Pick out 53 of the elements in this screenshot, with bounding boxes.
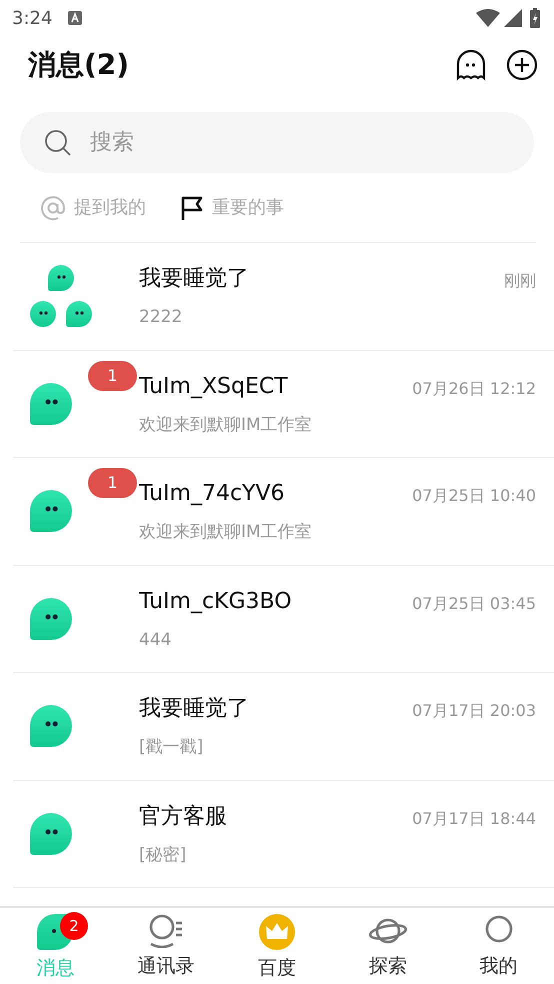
signal-icon [504, 9, 522, 27]
tab-bar-item[interactable]: 通讯录 [110, 908, 222, 984]
crown-icon [258, 914, 295, 950]
conversation-name: TuIm_XSqECT [139, 372, 289, 400]
unread-badge: 1 [88, 468, 137, 498]
tab-bar-item[interactable]: 探索 [332, 908, 444, 984]
conversation-name: 官方客服 [139, 802, 228, 830]
tab-bar-item[interactable]: 2 消息 [0, 908, 111, 984]
unread-badge: 1 [88, 360, 137, 390]
conversation-name: 我要睡觉了 [139, 265, 250, 293]
conversation-name: TuIm_cKG3BO [139, 588, 293, 616]
search-bar[interactable]: 搜索 [20, 112, 534, 173]
message-time: 刚刚 [504, 270, 536, 292]
conversation-item[interactable]: 我要睡觉了 2222 刚刚 [13, 243, 554, 350]
conversation-item[interactable]: 官方客服 [秘密] 07月17日 18:44 [13, 780, 554, 888]
battery-icon [530, 8, 540, 28]
avatar-icon [30, 812, 72, 855]
ghost-icon[interactable] [455, 49, 487, 81]
wifi-icon [476, 9, 500, 27]
message-time: 07月25日 10:40 [412, 485, 536, 507]
tab-bar-item[interactable]: 我的 [443, 908, 554, 984]
message-preview: 欢迎来到默聊IM工作室 [139, 521, 313, 544]
conversation-name: TuIm_74cYV6 [139, 480, 286, 508]
message-preview: 欢迎来到默聊IM工作室 [139, 414, 313, 436]
message-time: 07月17日 18:44 [412, 808, 536, 830]
avatar-icon [30, 598, 72, 640]
group-avatar-icon [30, 265, 92, 328]
message-preview: [秘密] [139, 844, 188, 866]
search-field[interactable]: 搜索 [88, 125, 510, 160]
avatar-icon [30, 490, 72, 532]
message-time: 07月17日 20:03 [412, 700, 536, 722]
conversation-item[interactable]: 1 TuIm_XSqECT 欢迎来到默聊IM工作室 07月26日 12:12 [13, 350, 554, 458]
conversation-item[interactable]: 我要睡觉了 [戳一戳] 07月17日 20:03 [13, 673, 554, 780]
add-icon[interactable] [506, 49, 538, 81]
avatar-icon [30, 382, 72, 425]
conversation-name: 我要睡觉了 [139, 695, 250, 723]
status-time: 3:24 [12, 6, 52, 30]
search-icon [44, 128, 72, 156]
tab-bar-item[interactable]: 百度 [222, 908, 332, 984]
message-preview: 2222 [139, 306, 184, 329]
flag-icon [180, 194, 204, 220]
message-time: 07月25日 03:45 [412, 592, 536, 614]
page-title: 消息(2) [28, 47, 130, 83]
message-preview: 444 [139, 628, 172, 652]
at-icon [40, 194, 66, 220]
tab-badge: 2 [60, 912, 88, 940]
avatar-icon [30, 705, 72, 748]
keyboard-icon [68, 11, 82, 25]
message-preview: [戳一戳] [139, 736, 204, 759]
contacts-icon [148, 914, 184, 948]
message-time: 07月26日 12:12 [412, 378, 536, 400]
conversation-item[interactable]: 1 TuIm_74cYV6 欢迎来到默聊IM工作室 07月25日 10:40 [13, 458, 554, 566]
conversation-item[interactable]: TuIm_cKG3BO 444 07月25日 03:45 [13, 566, 554, 673]
